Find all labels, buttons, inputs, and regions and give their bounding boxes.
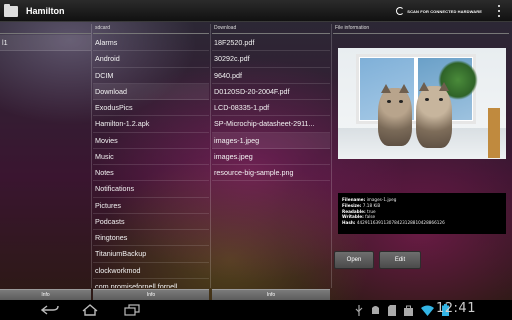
list-item[interactable]: Download bbox=[93, 83, 209, 100]
filesize-value: 7.18 KiB bbox=[362, 202, 381, 208]
list-item[interactable]: 18F2520.pdf bbox=[212, 35, 330, 52]
clock: 12:41 bbox=[436, 301, 476, 316]
readable-label: Readable: bbox=[342, 208, 366, 214]
info-button-download[interactable]: Info bbox=[212, 289, 330, 300]
list-item[interactable]: DCIM bbox=[93, 68, 209, 84]
android-debug-icon bbox=[372, 305, 379, 314]
action-bar: Hamilton SCAN FOR CONNECTED HARDWARE bbox=[0, 0, 512, 22]
open-button[interactable]: Open bbox=[334, 251, 374, 269]
back-icon[interactable] bbox=[40, 303, 60, 317]
list-item[interactable]: SP-Microchip-datasheet-2911... bbox=[212, 116, 330, 133]
hash-row: Hash: 442911639113078423128810428866126 bbox=[342, 220, 506, 226]
list-item[interactable]: com.promisefornell.fornell bbox=[93, 279, 209, 288]
download-file-list: 18F2520.pdf 30292c.pdf 9640.pdf D0120SD-… bbox=[212, 35, 330, 288]
kitten bbox=[378, 84, 412, 146]
column-header-file-information: File information bbox=[333, 24, 509, 34]
list-item[interactable]: images-1.jpeg bbox=[212, 132, 330, 149]
info-button-sdcard[interactable]: Info bbox=[93, 289, 209, 300]
folder-icon bbox=[4, 3, 20, 18]
writable-value: false bbox=[365, 214, 376, 220]
writable-label: Writable: bbox=[342, 214, 364, 220]
list-item[interactable]: l1 bbox=[0, 35, 91, 52]
filesize-label: Filesize: bbox=[342, 202, 362, 208]
list-item[interactable]: clockworkmod bbox=[93, 263, 209, 279]
list-item[interactable]: resource-big-sample.png bbox=[212, 165, 330, 182]
sd-card-icon bbox=[388, 304, 396, 316]
list-item[interactable]: Hamilton-1.2.apk bbox=[93, 116, 209, 133]
list-item[interactable]: images.jpeg bbox=[212, 149, 330, 165]
status-icons bbox=[355, 304, 449, 316]
list-item[interactable]: Alarms bbox=[93, 35, 209, 52]
list-item[interactable]: 9640.pdf bbox=[212, 68, 330, 84]
list-item[interactable]: Ringtones bbox=[93, 230, 209, 247]
info-button-root[interactable]: Info bbox=[0, 289, 91, 300]
hash-value: 442911639113078423128810428866126 bbox=[356, 220, 445, 226]
wifi-icon bbox=[421, 305, 434, 316]
list-item[interactable]: Music bbox=[93, 149, 209, 165]
filename-label: Filename: bbox=[342, 197, 366, 202]
root-file-list: l1 bbox=[0, 35, 91, 288]
column-divider bbox=[210, 24, 211, 288]
info-bar: Info Info Info bbox=[0, 289, 512, 300]
list-item[interactable]: TitaniumBackup bbox=[93, 246, 209, 263]
list-item[interactable]: Pictures bbox=[93, 198, 209, 214]
usb-icon bbox=[355, 304, 363, 316]
readable-value: true bbox=[367, 208, 376, 214]
file-info-panel: Filename: images-1.jpeg Filesize: 7.18 K… bbox=[338, 193, 506, 234]
sdcard-file-list: Alarms Android DCIM Download ExodusPics … bbox=[93, 35, 209, 288]
recents-icon[interactable] bbox=[122, 303, 142, 317]
app-title: Hamilton bbox=[26, 5, 65, 16]
bag-icon bbox=[404, 305, 413, 316]
list-item[interactable]: Notes bbox=[93, 165, 209, 182]
list-item[interactable]: Movies bbox=[93, 133, 209, 149]
column-divider bbox=[91, 24, 92, 288]
column-header-download: Download bbox=[212, 24, 330, 34]
kitten bbox=[416, 82, 452, 148]
list-item[interactable]: Android bbox=[93, 51, 209, 68]
list-item[interactable]: Notifications bbox=[93, 181, 209, 198]
list-item[interactable]: 30292c.pdf bbox=[212, 51, 330, 68]
hash-label: Hash: bbox=[342, 220, 356, 226]
home-icon[interactable] bbox=[80, 303, 100, 317]
column-header-root bbox=[0, 24, 91, 34]
system-bar: 12:41 bbox=[0, 300, 512, 320]
overflow-menu-icon[interactable] bbox=[496, 5, 502, 17]
refresh-icon bbox=[396, 7, 405, 15]
list-item[interactable]: D0120SD-20-2004F.pdf bbox=[212, 84, 330, 100]
list-item[interactable]: LCD-08335-1.pdf bbox=[212, 100, 330, 117]
image-preview bbox=[338, 48, 506, 159]
edit-button[interactable]: Edit bbox=[379, 251, 421, 269]
scan-hardware-label: SCAN FOR CONNECTED HARDWARE bbox=[407, 8, 482, 14]
column-header-sdcard: sdcard bbox=[93, 24, 209, 34]
column-divider bbox=[331, 24, 332, 288]
list-item[interactable]: ExodusPics bbox=[93, 100, 209, 117]
scan-hardware-button[interactable]: SCAN FOR CONNECTED HARDWARE bbox=[396, 0, 482, 22]
list-item[interactable]: Podcasts bbox=[93, 214, 209, 230]
filename-value: images-1.jpeg bbox=[366, 197, 397, 202]
stool bbox=[488, 108, 500, 158]
